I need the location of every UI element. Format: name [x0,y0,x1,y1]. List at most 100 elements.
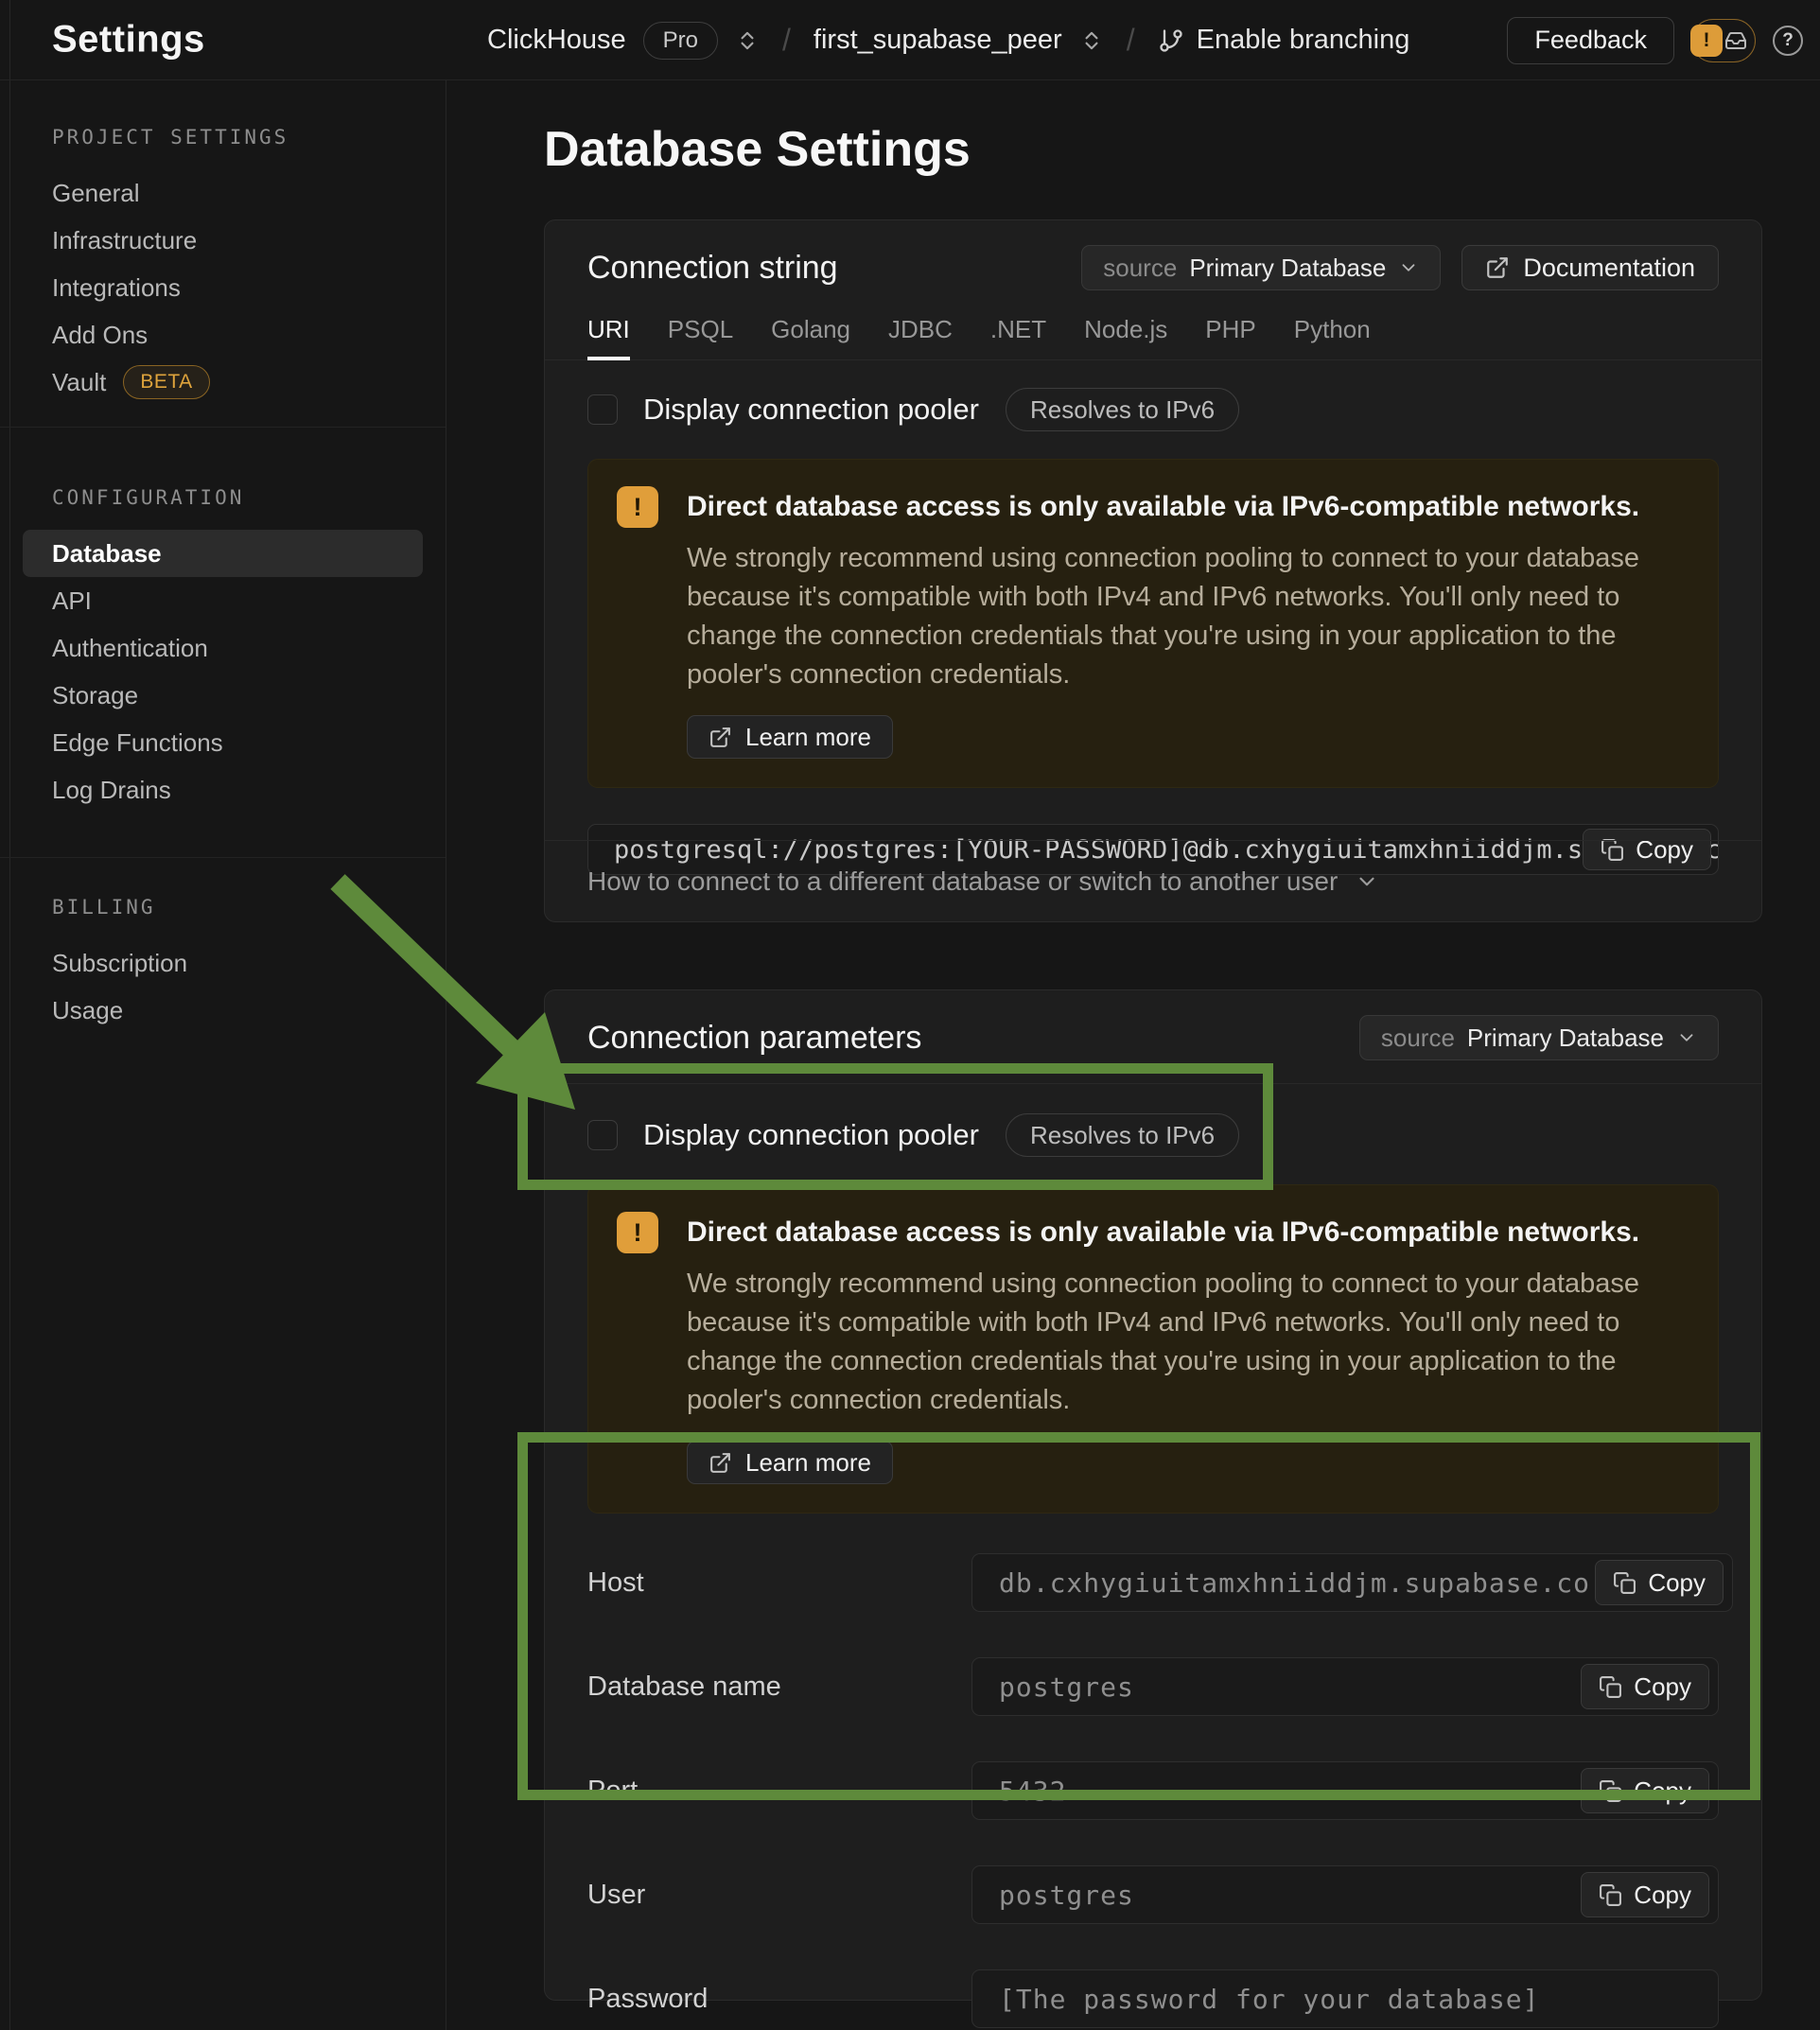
warning-body: We strongly recommend using connection p… [687,1265,1675,1420]
display-connection-pooler-checkbox[interactable] [587,394,618,425]
external-link-icon [709,726,732,749]
breadcrumb-separator: / [1121,23,1141,58]
app-window: Settings ClickHouse Pro / first_supabase… [0,0,1820,2030]
sidebar-item-database[interactable]: Database [23,530,423,577]
database-name-label: Database name [587,1671,971,1703]
chevron-down-icon [1355,869,1379,894]
learn-more-button[interactable]: Learn more [687,1441,893,1484]
password-placeholder: [The password for your database] [999,1984,1539,2015]
org-selector-chevrons-icon[interactable] [735,28,760,53]
display-connection-pooler-label: Display connection pooler [643,1118,979,1152]
source-select[interactable]: source Primary Database [1081,245,1441,290]
beta-badge: BETA [123,365,209,399]
resolves-to-ipv6-badge: Resolves to IPv6 [1006,1113,1239,1157]
sidebar-item-edge-functions[interactable]: Edge Functions [23,719,423,766]
project-name[interactable]: first_supabase_peer [814,25,1062,56]
sidebar-item-infrastructure[interactable]: Infrastructure [23,217,423,264]
password-field[interactable]: [The password for your database] [971,1969,1719,2028]
tab-psql[interactable]: PSQL [668,315,733,359]
git-branch-icon [1158,27,1184,54]
host-field[interactable]: db.cxhygiuitamxhniiddjm.supabase.co Copy [971,1553,1733,1612]
page-title-settings: Settings [52,19,205,61]
feedback-button[interactable]: Feedback [1507,17,1674,64]
enable-branching-button[interactable]: Enable branching [1158,25,1410,56]
settings-sidebar: PROJECT SETTINGS General Infrastructure … [0,80,446,2030]
port-field[interactable]: 5432 Copy [971,1761,1719,1820]
connection-string-tabs: URI PSQL Golang JDBC .NET Node.js PHP Py… [545,290,1761,359]
top-header: Settings ClickHouse Pro / first_supabase… [0,0,1820,80]
breadcrumb: ClickHouse Pro / first_supabase_peer / E… [487,0,1409,80]
plan-badge: Pro [643,22,718,60]
display-connection-pooler-checkbox[interactable] [587,1120,618,1150]
notifications-button[interactable]: ! [1691,19,1756,62]
sidebar-item-usage[interactable]: Usage [23,987,423,1034]
tab-golang[interactable]: Golang [771,315,850,359]
host-value: db.cxhygiuitamxhniiddjm.supabase.co [999,1567,1590,1599]
sidebar-item-integrations[interactable]: Integrations [23,264,423,311]
user-field[interactable]: postgres Copy [971,1865,1719,1924]
warning-icon: ! [617,1212,658,1253]
host-label: Host [587,1567,971,1599]
copy-database-name-button[interactable]: Copy [1581,1664,1709,1709]
port-value: 5432 [999,1776,1066,1807]
source-select-value: Primary Database [1467,1024,1664,1053]
connection-parameter-fields: Host db.cxhygiuitamxhniiddjm.supabase.co… [545,1553,1761,2028]
copy-host-button[interactable]: Copy [1595,1560,1724,1605]
help-icon[interactable]: ? [1773,26,1803,56]
database-name-value: postgres [999,1671,1134,1703]
user-label: User [587,1880,971,1911]
password-row: Password [The password for your database… [587,1969,1719,2028]
port-row: Port 5432 Copy [587,1761,1719,1820]
warning-title: Direct database access is only available… [687,484,1689,530]
tab-php[interactable]: PHP [1205,315,1255,359]
copy-user-button[interactable]: Copy [1581,1872,1709,1917]
copy-icon [1613,1571,1636,1595]
inbox-tray-icon [1724,29,1747,52]
database-name-field[interactable]: postgres Copy [971,1657,1719,1716]
sidebar-item-general[interactable]: General [23,169,423,217]
breadcrumb-separator: / [777,23,796,58]
sidebar-item-vault[interactable]: Vault BETA [23,359,423,406]
tab-nodejs[interactable]: Node.js [1084,315,1167,359]
source-select[interactable]: source Primary Database [1359,1015,1719,1060]
database-name-row: Database name postgres Copy [587,1657,1719,1716]
user-row: User postgres Copy [587,1865,1719,1924]
connect-help-expander[interactable]: How to connect to a different database o… [545,840,1761,921]
alert-badge-icon: ! [1690,25,1723,57]
connection-string-card: Connection string source Primary Databas… [544,219,1762,922]
source-select-label: source [1381,1024,1455,1053]
ipv6-warning-callout: ! Direct database access is only availab… [587,1184,1719,1514]
host-row: Host db.cxhygiuitamxhniiddjm.supabase.co… [587,1553,1719,1612]
sidebar-item-add-ons[interactable]: Add Ons [23,311,423,359]
org-name[interactable]: ClickHouse [487,25,626,56]
sidebar-section-project-settings: PROJECT SETTINGS [52,126,446,149]
tab-jdbc[interactable]: JDBC [888,315,953,359]
external-link-icon [1485,255,1510,280]
sidebar-item-subscription[interactable]: Subscription [23,939,423,987]
tab-uri[interactable]: URI [587,315,630,359]
sidebar-item-authentication[interactable]: Authentication [23,624,423,672]
sidebar-item-api[interactable]: API [23,577,423,624]
copy-icon [1599,1675,1622,1699]
chevron-down-icon [1676,1027,1697,1048]
external-link-icon [709,1451,732,1475]
connection-string-title: Connection string [587,250,838,287]
tab-python[interactable]: Python [1294,315,1371,359]
documentation-button[interactable]: Documentation [1461,245,1719,290]
warning-icon: ! [617,486,658,528]
user-value: postgres [999,1880,1134,1911]
learn-more-button[interactable]: Learn more [687,715,893,759]
sidebar-item-log-drains[interactable]: Log Drains [23,766,423,814]
copy-icon [1599,1779,1622,1803]
copy-port-button[interactable]: Copy [1581,1768,1709,1813]
project-selector-chevrons-icon[interactable] [1079,28,1104,53]
warning-body: We strongly recommend using connection p… [687,539,1675,694]
sidebar-item-storage[interactable]: Storage [23,672,423,719]
header-actions: Feedback ! ? [1507,0,1803,80]
tab-dotnet[interactable]: .NET [990,315,1046,359]
port-label: Port [587,1776,971,1807]
connection-parameters-card: Connection parameters source Primary Dat… [544,989,1762,2001]
connection-parameters-title: Connection parameters [587,1020,921,1057]
password-label: Password [587,1984,971,2015]
source-select-label: source [1103,254,1177,283]
